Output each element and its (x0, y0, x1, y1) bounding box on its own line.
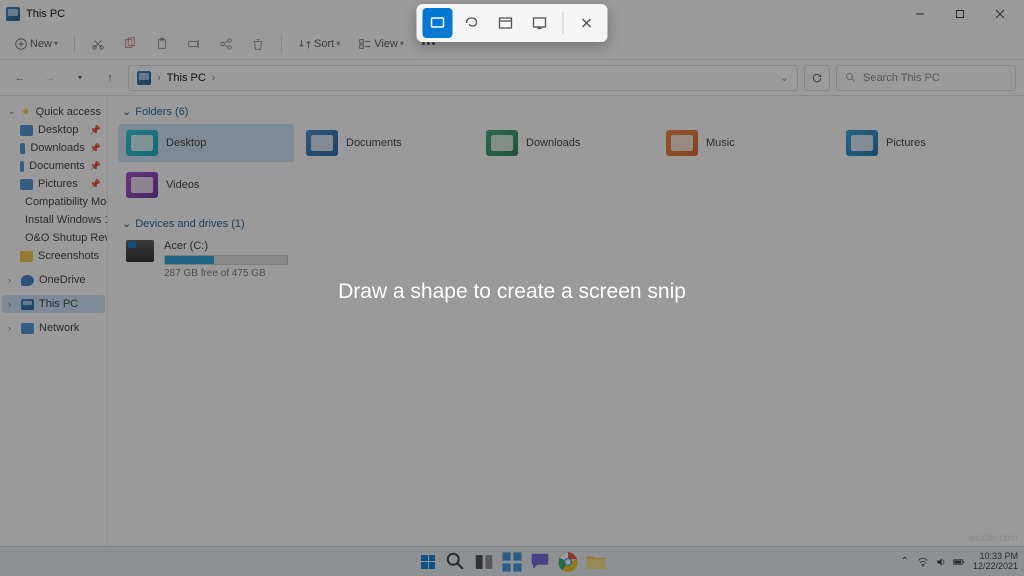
network-icon (21, 323, 34, 334)
sidebar-documents[interactable]: Documents📌 (2, 157, 105, 175)
taskbar: ⌃ 10:33 PM 12/22/2021 (0, 546, 1024, 576)
sidebar-compat[interactable]: Compatibility Mods (2, 193, 105, 211)
sidebar-downloads[interactable]: Downloads📌 (2, 139, 105, 157)
documents-icon (20, 161, 24, 172)
maximize-button[interactable] (940, 0, 980, 28)
widgets-button[interactable] (501, 551, 523, 573)
file-explorer-button[interactable] (585, 551, 607, 573)
view-button[interactable]: View▾ (352, 34, 410, 54)
drive-c[interactable]: Acer (C:) 287 GB free of 475 GB (118, 236, 1014, 283)
back-button[interactable]: ← (8, 66, 32, 90)
chat-button[interactable] (529, 551, 551, 573)
minimize-button[interactable] (900, 0, 940, 28)
pictures-icon (846, 130, 878, 156)
delete-button[interactable] (245, 34, 271, 54)
battery-icon[interactable] (953, 556, 965, 568)
breadcrumb-location: This PC (167, 72, 206, 84)
share-button[interactable] (213, 34, 239, 54)
downloads-icon (486, 130, 518, 156)
search-icon (845, 72, 857, 84)
pin-icon: 📌 (90, 179, 101, 190)
desktop-icon (126, 130, 158, 156)
sidebar-desktop[interactable]: Desktop📌 (2, 121, 105, 139)
tray-chevron-up-icon[interactable]: ⌃ (901, 556, 909, 567)
chrome-button[interactable] (557, 551, 579, 573)
snip-hint-text: Draw a shape to create a screen snip (0, 280, 1024, 304)
cut-button[interactable] (85, 34, 111, 54)
drive-icon (126, 240, 154, 262)
folder-icon (20, 251, 33, 262)
chevron-right-icon: › (212, 72, 216, 84)
window-snip-button[interactable] (491, 8, 521, 38)
chevron-right-icon: › (8, 323, 16, 333)
navigation-pane: ⌄★Quick access Desktop📌 Downloads📌 Docum… (0, 96, 108, 554)
close-button[interactable] (980, 0, 1020, 28)
folder-downloads[interactable]: Downloads (478, 124, 654, 162)
chevron-right-icon: › (157, 72, 161, 84)
taskbar-search-button[interactable] (445, 551, 467, 573)
folder-desktop[interactable]: Desktop (118, 124, 294, 162)
watermark: wsxdn.com (968, 533, 1018, 544)
volume-icon[interactable] (935, 556, 947, 568)
address-bar: ← → ▾ ↑ › This PC › ⌄ Search This PC (0, 60, 1024, 96)
breadcrumb[interactable]: › This PC › ⌄ (128, 65, 798, 91)
this-pc-icon (6, 7, 20, 21)
this-pc-icon (137, 71, 151, 85)
chevron-down-icon: ⌄ (122, 217, 131, 230)
sidebar-ooshutup[interactable]: O&O Shutup Reviev (2, 229, 105, 247)
sidebar-screenshots[interactable]: Screenshots (2, 247, 105, 265)
sidebar-install[interactable]: Install Windows 11 (2, 211, 105, 229)
videos-icon (126, 172, 158, 198)
divider (563, 12, 564, 34)
chevron-down-icon[interactable]: ⌄ (780, 71, 789, 84)
chevron-down-icon: ⌄ (122, 105, 131, 118)
music-icon (666, 130, 698, 156)
freeform-snip-button[interactable] (457, 8, 487, 38)
star-icon: ★ (21, 105, 31, 118)
search-placeholder: Search This PC (863, 72, 940, 84)
folder-pictures[interactable]: Pictures (838, 124, 1014, 162)
task-view-button[interactable] (473, 551, 495, 573)
copy-button[interactable] (117, 34, 143, 54)
drives-section-header[interactable]: ⌄Devices and drives (1) (118, 214, 1014, 236)
search-box[interactable]: Search This PC (836, 65, 1016, 91)
folders-section-header[interactable]: ⌄Folders (6) (118, 102, 1014, 124)
pin-icon: 📌 (90, 143, 101, 154)
close-snip-button[interactable] (572, 8, 602, 38)
fullscreen-snip-button[interactable] (525, 8, 555, 38)
sidebar-pictures[interactable]: Pictures📌 (2, 175, 105, 193)
folder-videos[interactable]: Videos (118, 166, 294, 204)
folder-music[interactable]: Music (658, 124, 834, 162)
rename-button[interactable] (181, 34, 207, 54)
sidebar-quick-access[interactable]: ⌄★Quick access (2, 102, 105, 121)
folder-documents[interactable]: Documents (298, 124, 474, 162)
sidebar-network[interactable]: ›Network (2, 319, 105, 337)
pictures-icon (20, 179, 33, 190)
up-button[interactable]: ↑ (98, 66, 122, 90)
drive-usage-bar (164, 255, 288, 265)
desktop-icon (20, 125, 33, 136)
sort-button[interactable]: Sort▾ (292, 34, 346, 54)
snip-toolbar (417, 4, 608, 42)
documents-icon (306, 130, 338, 156)
clock[interactable]: 10:33 PM 12/22/2021 (973, 552, 1018, 572)
drive-free-text: 287 GB free of 475 GB (164, 268, 288, 279)
wifi-icon[interactable] (917, 556, 929, 568)
start-button[interactable] (417, 551, 439, 573)
rectangular-snip-button[interactable] (423, 8, 453, 38)
refresh-button[interactable] (804, 65, 830, 91)
chevron-down-icon: ⌄ (8, 106, 16, 117)
new-button[interactable]: New ▾ (8, 34, 64, 54)
forward-button[interactable]: → (38, 66, 62, 90)
date: 12/22/2021 (973, 562, 1018, 572)
downloads-icon (20, 143, 25, 154)
drive-name: Acer (C:) (164, 240, 288, 252)
content-pane: ⌄Folders (6) Desktop Documents Downloads… (108, 96, 1024, 554)
paste-button[interactable] (149, 34, 175, 54)
pin-icon: 📌 (90, 161, 101, 172)
pin-icon: 📌 (90, 125, 101, 136)
window-title: This PC (26, 8, 65, 20)
recent-button[interactable]: ▾ (68, 66, 92, 90)
